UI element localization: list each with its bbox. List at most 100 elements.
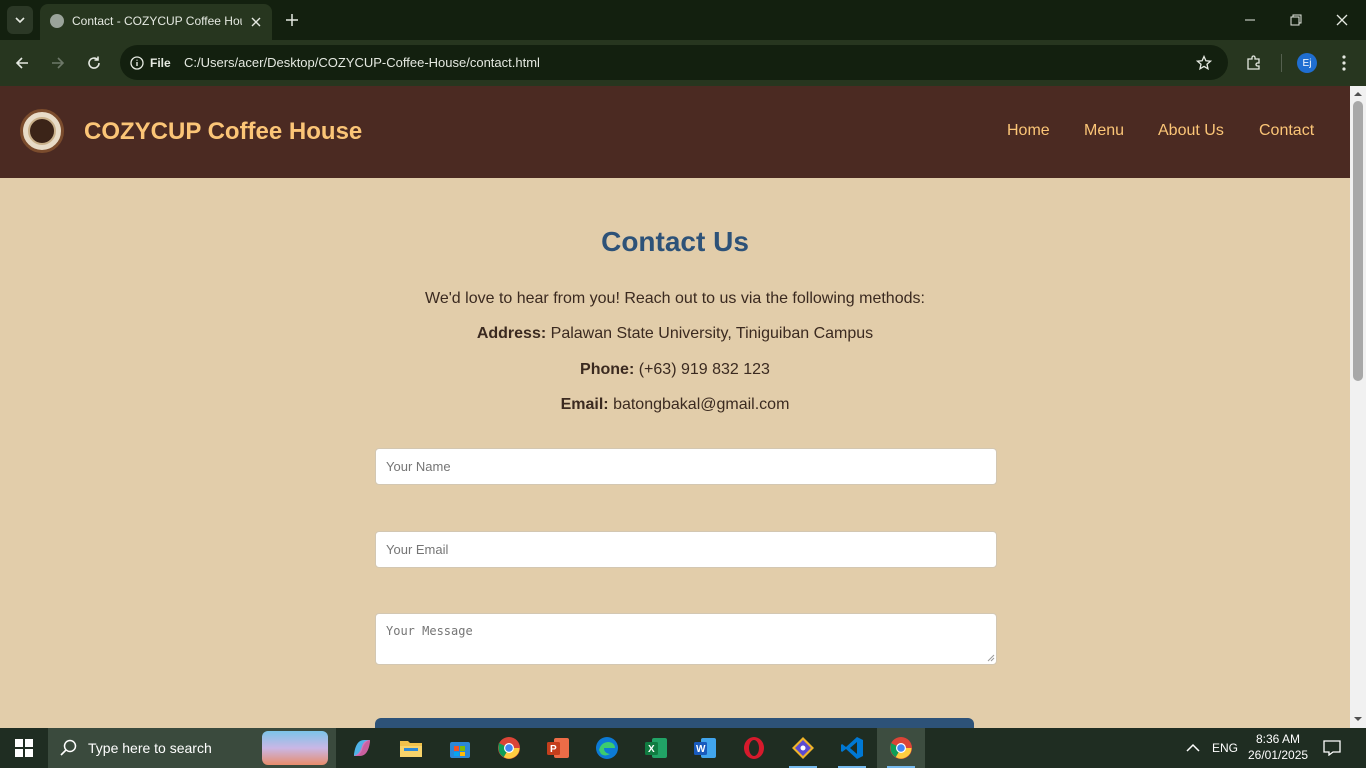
opera-app-icon[interactable] — [730, 728, 778, 768]
phone-label: Phone: — [580, 361, 635, 378]
back-button[interactable] — [8, 49, 36, 77]
notification-icon — [1323, 740, 1341, 756]
scroll-down-arrow-icon[interactable] — [1354, 715, 1362, 723]
contact-email: Email: batongbakal@gmail.com — [0, 396, 1350, 414]
arrow-right-icon — [52, 57, 65, 69]
close-window-button[interactable] — [1322, 6, 1362, 34]
bookmark-button[interactable] — [1192, 51, 1216, 75]
site-header: COZYCUP Coffee House Home Menu About Us … — [0, 86, 1350, 178]
content-container — [0, 178, 1350, 186]
search-highlight-image[interactable] — [262, 731, 328, 765]
language-indicator[interactable]: ENG — [1212, 728, 1238, 768]
nav-menu[interactable]: Menu — [1084, 122, 1124, 140]
chevron-down-icon — [15, 17, 25, 24]
toolbar-divider — [1281, 54, 1282, 72]
reload-button[interactable] — [80, 49, 108, 77]
more-vertical-icon — [1342, 55, 1346, 71]
vscode-icon — [841, 737, 863, 759]
excel-app-icon[interactable]: X — [632, 728, 680, 768]
tab-search-button[interactable] — [7, 6, 33, 34]
browser-toolbar: File C:/Users/acer/Desktop/COZYCUP-Coffe… — [0, 40, 1366, 86]
word-icon: W — [694, 738, 716, 758]
powerpoint-icon: P — [547, 738, 569, 758]
tab-close-button[interactable] — [246, 12, 266, 32]
store-icon — [450, 742, 470, 758]
copilot-app-icon[interactable] — [338, 728, 386, 768]
coffee-cup-icon — [28, 117, 56, 145]
file-explorer-app-icon[interactable] — [387, 728, 435, 768]
chrome-icon — [890, 737, 912, 759]
reload-icon — [88, 56, 100, 69]
resize-handle-icon[interactable] — [986, 653, 995, 662]
tab-title: Contact - COZYCUP Coffee House — [72, 14, 242, 28]
powerpoint-app-icon[interactable]: P — [534, 728, 582, 768]
forward-button[interactable] — [44, 49, 72, 77]
taskbar-clock[interactable]: 8:36 AM 26/01/2025 — [1248, 731, 1308, 763]
message-textarea[interactable] — [375, 613, 997, 665]
site-title[interactable]: COZYCUP Coffee House — [84, 118, 362, 146]
close-icon — [251, 17, 261, 27]
new-tab-button[interactable] — [280, 8, 304, 32]
phone-value: (+63) 919 832 123 — [638, 361, 770, 378]
info-icon — [130, 55, 144, 70]
chrome-icon — [498, 737, 520, 759]
show-hidden-icons-button[interactable] — [1186, 728, 1200, 768]
profile-button[interactable]: Ej — [1293, 49, 1321, 77]
avatar: Ej — [1297, 53, 1317, 73]
excel-icon: X — [645, 738, 667, 758]
git-app-icon[interactable] — [779, 728, 827, 768]
search-placeholder: Type here to search — [88, 740, 212, 756]
clock-date: 26/01/2025 — [1248, 748, 1309, 762]
scrollbar-thumb[interactable] — [1353, 101, 1363, 381]
name-input[interactable] — [375, 448, 997, 485]
microsoft-store-app-icon[interactable] — [436, 728, 484, 768]
address-label: Address: — [476, 325, 547, 342]
notification-button[interactable] — [1323, 728, 1341, 768]
star-icon — [1196, 55, 1212, 71]
restore-button[interactable] — [1276, 6, 1316, 34]
windows-taskbar: Type here to search P X W ENG 8:36 AM 26… — [0, 728, 1366, 768]
svg-text:W: W — [696, 744, 706, 755]
page-viewport: COZYCUP Coffee House Home Menu About Us … — [0, 86, 1366, 728]
email-label: Email: — [560, 396, 609, 413]
windows-logo-icon — [15, 739, 33, 757]
copilot-icon — [354, 740, 370, 756]
address-bar[interactable]: File C:/Users/acer/Desktop/COZYCUP-Coffe… — [120, 45, 1228, 80]
browser-menu-button[interactable] — [1330, 49, 1358, 77]
arrow-left-icon — [15, 57, 28, 69]
site-info-label: File — [150, 55, 171, 70]
chrome-running-app-icon[interactable] — [877, 728, 925, 768]
contact-phone: Phone: (+63) 919 832 123 — [0, 361, 1350, 379]
clock-time: 8:36 AM — [1255, 732, 1301, 746]
edge-app-icon[interactable] — [583, 728, 631, 768]
email-value: batongbakal@gmail.com — [613, 396, 790, 413]
submit-button[interactable] — [375, 718, 974, 728]
word-app-icon[interactable]: W — [681, 728, 729, 768]
site-info-button[interactable]: File — [126, 50, 179, 75]
page-scrollbar[interactable] — [1350, 86, 1366, 728]
browser-tab-active[interactable]: Contact - COZYCUP Coffee House — [40, 4, 272, 40]
start-button[interactable] — [0, 728, 48, 768]
opera-icon — [744, 737, 764, 759]
nav-about-us[interactable]: About Us — [1158, 122, 1224, 140]
site-logo[interactable] — [20, 109, 64, 153]
address-value: Palawan State University, Tiniguiban Cam… — [550, 325, 874, 342]
nav-contact[interactable]: Contact — [1259, 122, 1314, 140]
folder-icon — [400, 741, 422, 757]
globe-icon — [50, 14, 64, 28]
email-input[interactable] — [375, 531, 997, 568]
extensions-button[interactable] — [1240, 49, 1268, 77]
minimize-button[interactable] — [1230, 6, 1270, 34]
plus-icon — [286, 14, 298, 26]
url-text[interactable]: C:/Users/acer/Desktop/COZYCUP-Coffee-Hou… — [184, 55, 540, 70]
chevron-up-icon — [1186, 743, 1200, 752]
nav-home[interactable]: Home — [1007, 122, 1050, 140]
vscode-app-icon[interactable] — [828, 728, 876, 768]
edge-icon — [596, 737, 618, 759]
page-title: Contact Us — [601, 226, 749, 257]
git-icon — [792, 737, 814, 759]
chrome-app-icon[interactable] — [485, 728, 533, 768]
scroll-up-arrow-icon[interactable] — [1354, 90, 1362, 98]
contact-address: Address: Palawan State University, Tinig… — [0, 325, 1350, 343]
browser-tab-bar: Contact - COZYCUP Coffee House — [0, 0, 1366, 40]
